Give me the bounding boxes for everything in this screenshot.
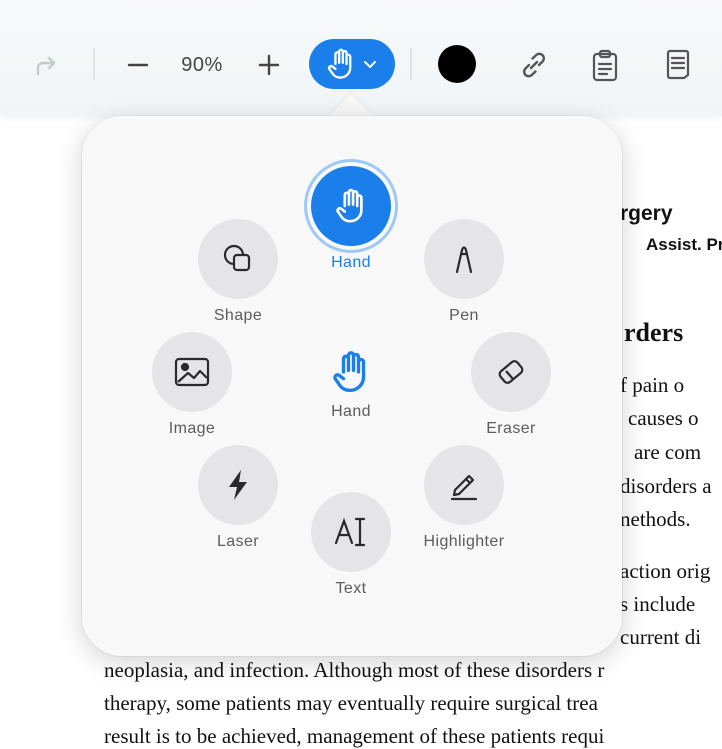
doc-text: causes o — [628, 406, 699, 430]
tool-hand[interactable]: Hand — [291, 166, 411, 272]
tool-image-button[interactable] — [152, 332, 232, 412]
pen-icon — [455, 246, 473, 274]
tool-label: Shape — [213, 307, 263, 324]
tool-shape-button[interactable] — [198, 219, 278, 299]
zoom-in-button[interactable] — [252, 48, 286, 82]
doc-heading: rders — [624, 318, 684, 347]
tool-highlighter[interactable]: Highlighter — [404, 445, 524, 551]
current-tool-indicator: Hand — [291, 350, 411, 421]
tool-shape[interactable]: Shape — [178, 219, 298, 325]
laser-icon — [229, 470, 247, 500]
tool-label: Hand — [331, 254, 371, 271]
hand-icon — [333, 351, 366, 392]
current-tool-label: Hand — [331, 403, 371, 420]
tool-label: Laser — [216, 533, 260, 550]
clipboard-icon — [592, 49, 618, 82]
tool-picker-popover: Hand Shape Pen Image Eraser Laser Highli… — [82, 116, 622, 656]
doc-text: f pain o — [620, 373, 685, 397]
tool-text[interactable]: Text — [291, 492, 411, 598]
hand-icon — [336, 188, 363, 223]
image-icon — [174, 357, 210, 387]
tool-image[interactable]: Image — [132, 332, 252, 438]
shape-icon — [223, 244, 251, 272]
tool-pen[interactable]: Pen — [404, 219, 524, 325]
doc-text: s include — [620, 592, 696, 616]
tool-laser-button[interactable] — [198, 445, 278, 525]
notes-button[interactable] — [658, 45, 698, 85]
plus-icon — [258, 54, 280, 76]
tool-text-button[interactable] — [311, 492, 391, 572]
top-toolbar: 90% — [0, 0, 722, 116]
minus-icon — [127, 63, 149, 67]
doc-text: nethods. — [620, 507, 691, 531]
toolbar-divider — [410, 48, 412, 80]
toolbar-divider — [93, 48, 95, 80]
clipboard-button[interactable] — [585, 45, 625, 85]
zoom-level: 90% — [181, 54, 223, 76]
redo-button[interactable] — [28, 48, 64, 84]
chevron-down-icon — [364, 61, 376, 68]
zoom-out-button[interactable] — [122, 48, 154, 82]
highlighter-icon — [450, 474, 478, 501]
tool-label: Image — [168, 420, 216, 437]
doc-text: action orig — [620, 559, 711, 583]
doc-title: rgery — [620, 202, 673, 225]
redo-icon — [36, 56, 56, 76]
doc-text: result is to be achieved, management of … — [104, 724, 605, 748]
doc-text: current di — [620, 625, 702, 649]
tool-label: Text — [335, 580, 367, 597]
tool-laser[interactable]: Laser — [178, 445, 298, 551]
color-swatch[interactable] — [438, 45, 476, 83]
doc-text: disorders a — [620, 474, 712, 498]
tool-pen-button[interactable] — [424, 219, 504, 299]
tool-label: Pen — [449, 307, 479, 324]
hand-icon — [327, 48, 352, 79]
link-button[interactable] — [514, 45, 554, 85]
tool-label: Eraser — [486, 420, 536, 437]
tool-picker-button[interactable] — [309, 39, 395, 89]
doc-text: therapy, some patients may eventually re… — [104, 691, 598, 715]
tool-highlighter-button[interactable] — [424, 445, 504, 525]
tool-eraser[interactable]: Eraser — [451, 332, 571, 438]
tool-eraser-button[interactable] — [471, 332, 551, 412]
doc-text: are com — [634, 440, 702, 464]
tool-hand-button[interactable] — [311, 166, 391, 246]
tool-label: Highlighter — [423, 533, 505, 550]
eraser-icon — [498, 360, 524, 384]
doc-author: Assist. Pr — [646, 235, 722, 254]
link-icon — [522, 52, 546, 78]
notes-icon — [666, 49, 690, 80]
doc-text: neoplasia, and infection. Although most … — [104, 658, 605, 682]
text-icon — [334, 517, 366, 547]
